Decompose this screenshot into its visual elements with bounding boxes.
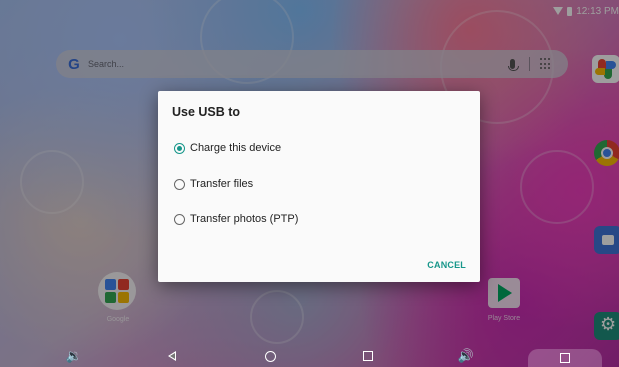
navigation-bar: 🔉 🔊 [0, 345, 619, 367]
screenshot-icon[interactable] [528, 349, 602, 367]
radio-transfer-files[interactable] [174, 178, 185, 190]
volume-down-icon[interactable]: 🔉 [62, 347, 86, 365]
recents-icon[interactable] [356, 347, 380, 365]
volume-up-icon[interactable]: 🔊 [454, 347, 478, 365]
home-icon[interactable] [258, 347, 282, 365]
option-transfer-files-label: Transfer files [190, 178, 254, 190]
option-transfer-photos[interactable]: Transfer photos (PTP) [174, 213, 298, 225]
usb-mode-dialog: Use USB to Charge this device Transfer f… [158, 91, 480, 282]
option-charge[interactable]: Charge this device [174, 142, 281, 154]
back-icon[interactable] [160, 347, 184, 365]
option-charge-label: Charge this device [190, 142, 282, 154]
radio-transfer-photos[interactable] [174, 213, 185, 225]
cancel-button[interactable]: CANCEL [427, 260, 466, 270]
option-transfer-files[interactable]: Transfer files [174, 178, 253, 190]
dialog-title: Use USB to [172, 105, 241, 119]
radio-charge[interactable] [174, 142, 185, 154]
option-transfer-photos-label: Transfer photos (PTP) [190, 213, 299, 225]
